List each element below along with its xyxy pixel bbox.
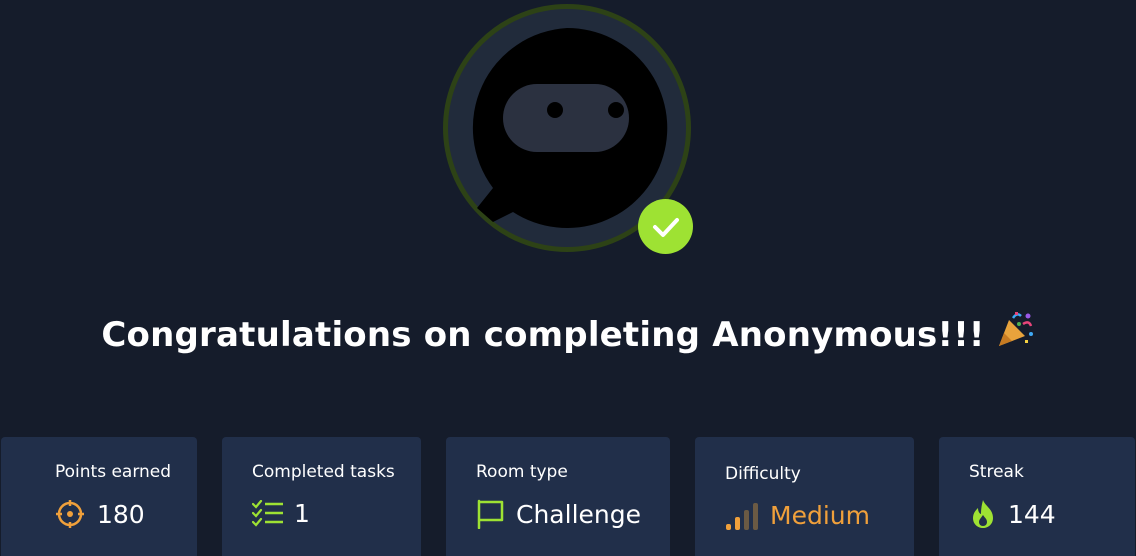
signal-bars-icon [726, 502, 758, 530]
difficulty-value: Medium [770, 501, 870, 530]
completed-tasks-value: 1 [294, 499, 310, 528]
room-type-card: Room type Challenge [446, 437, 670, 556]
points-earned-value: 180 [97, 499, 145, 529]
crosshair-icon [56, 500, 84, 528]
points-earned-row: 180 [55, 499, 145, 529]
room-type-row: Challenge [476, 499, 641, 529]
completion-page: Congratulations on completing Anonymous!… [0, 0, 1136, 556]
points-earned-card: Points earned 180 [1, 437, 197, 556]
anonymous-ninja-icon [472, 27, 668, 228]
streak-label: Streak [969, 462, 1024, 482]
checklist-icon [252, 499, 283, 527]
completed-tasks-card: Completed tasks 1 [222, 437, 421, 556]
streak-card: Streak 144 [939, 437, 1135, 556]
congratulations-heading: Congratulations on completing Anonymous!… [0, 310, 1136, 359]
difficulty-row: Medium [725, 501, 870, 530]
party-popper-icon [995, 310, 1035, 359]
streak-row: 144 [969, 499, 1056, 529]
completed-tasks-row: 1 [252, 499, 310, 528]
headline-text: Congratulations on completing Anonymous!… [101, 315, 985, 355]
completed-check-icon [638, 199, 693, 254]
completed-tasks-label: Completed tasks [252, 462, 395, 482]
room-type-label: Room type [476, 462, 568, 482]
room-avatar [443, 4, 693, 254]
difficulty-label: Difficulty [725, 464, 801, 484]
streak-value: 144 [1008, 499, 1056, 529]
flag-icon [477, 499, 504, 529]
room-type-value: Challenge [516, 499, 641, 529]
points-earned-label: Points earned [55, 462, 172, 482]
flame-icon [973, 500, 993, 528]
difficulty-card: Difficulty Medium [695, 437, 914, 556]
